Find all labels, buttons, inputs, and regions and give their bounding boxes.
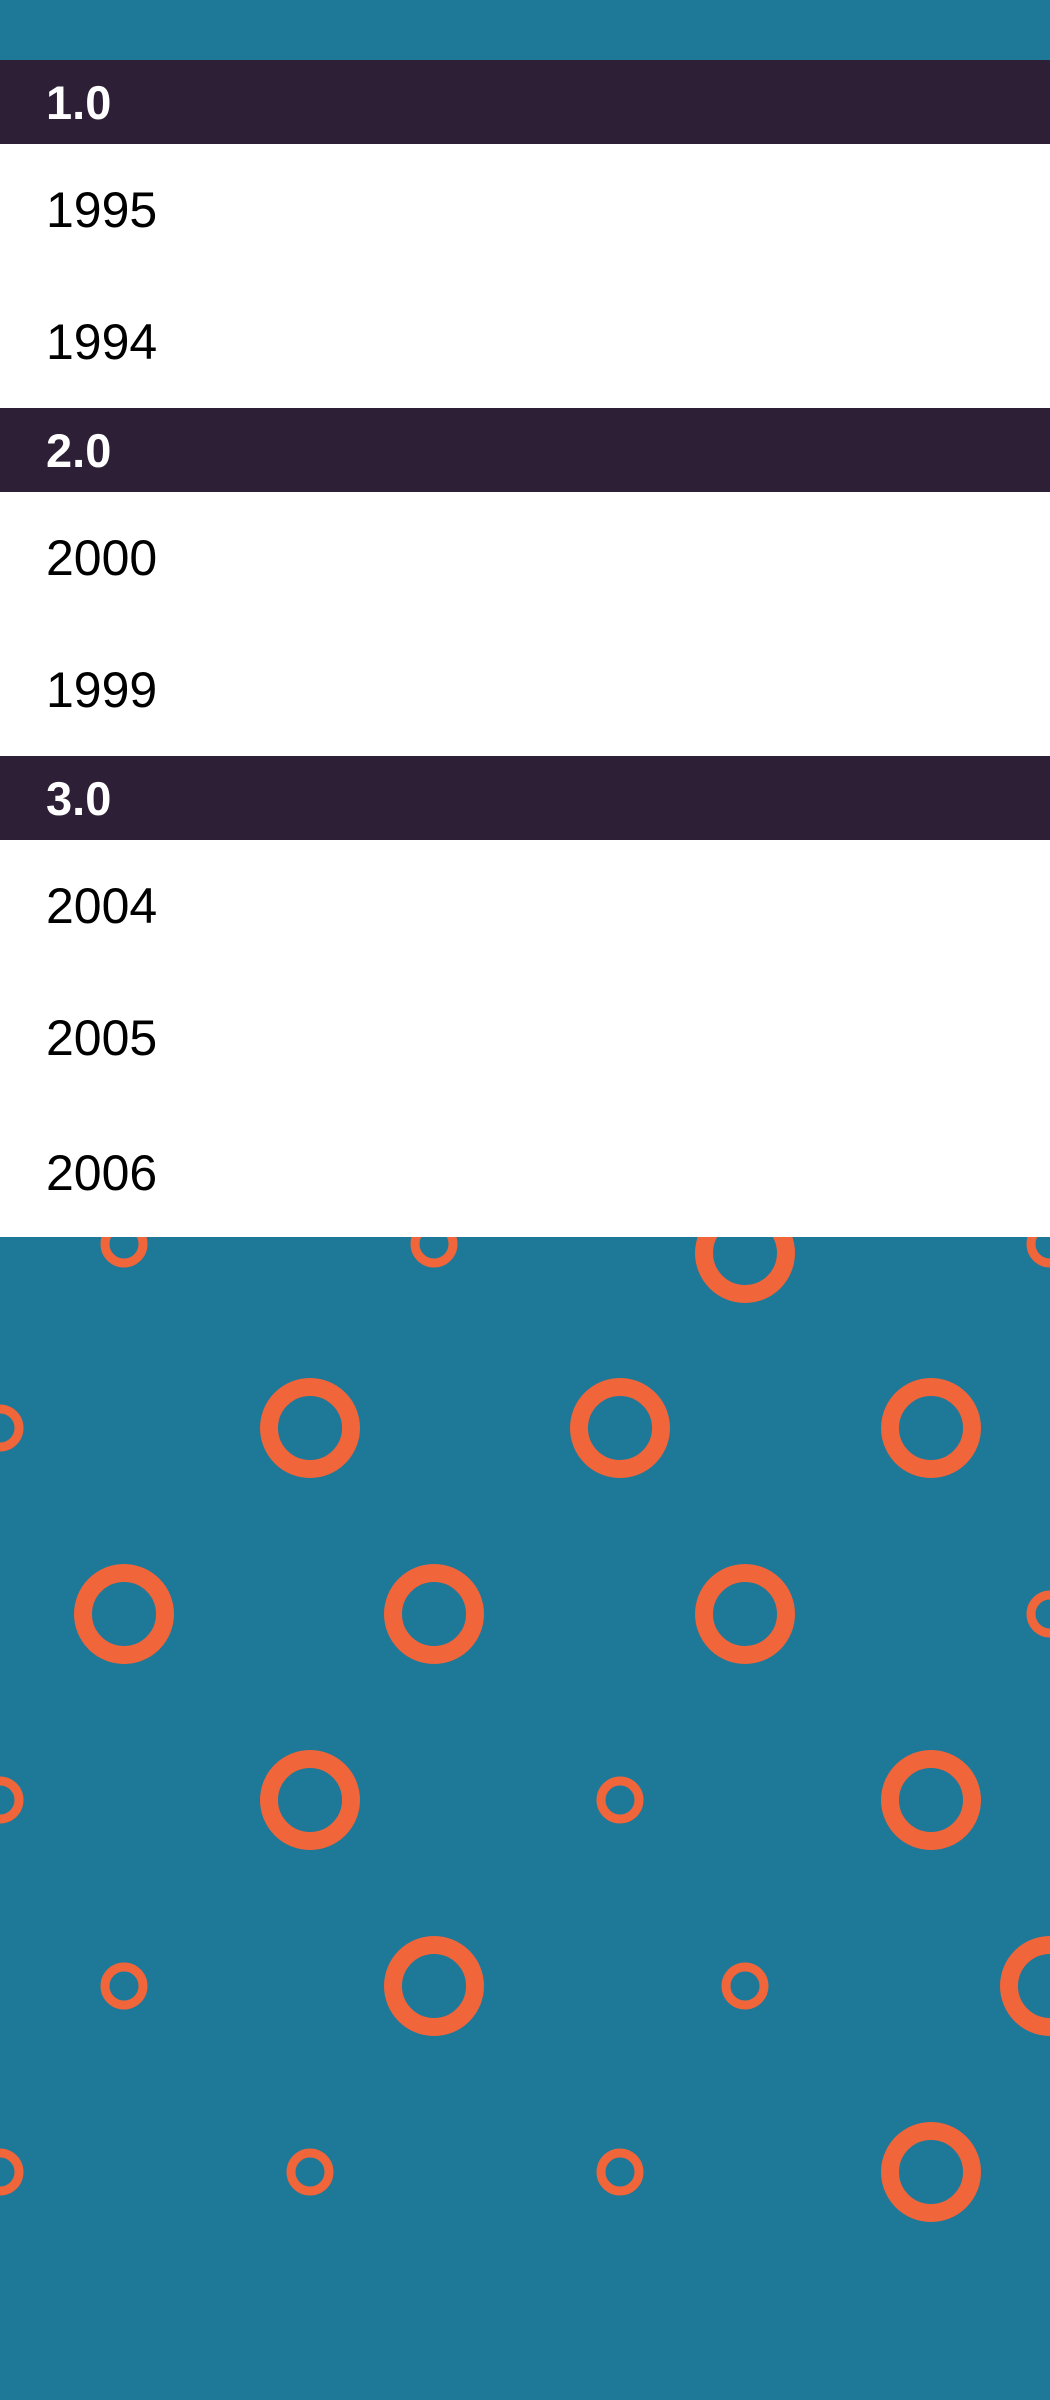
ring-shape: [0, 1776, 24, 1824]
ring-shape: [596, 2148, 644, 2196]
ring-shape: [881, 2122, 981, 2222]
section-header-1-0: 1.0: [0, 60, 1050, 144]
list-item-1994[interactable]: 1994: [0, 276, 1050, 408]
ring-shape: [1026, 1590, 1050, 1638]
ring-shape: [0, 1404, 24, 1452]
grouped-list: 1.0 1995 1994 2.0 2000 1999 3.0 2004 200…: [0, 60, 1050, 1237]
ring-shape: [384, 1936, 484, 2036]
ring-shape: [721, 1962, 769, 2010]
ring-shape: [74, 1564, 174, 1664]
list-item-1999[interactable]: 1999: [0, 624, 1050, 756]
section-header-3-0: 3.0: [0, 756, 1050, 840]
list-item-2005[interactable]: 2005: [0, 972, 1050, 1104]
ring-shape: [570, 1378, 670, 1478]
ring-shape: [0, 2148, 24, 2196]
list-item-1995[interactable]: 1995: [0, 144, 1050, 276]
list-item-2004[interactable]: 2004: [0, 840, 1050, 972]
ring-shape: [286, 2148, 334, 2196]
ring-shape: [695, 1564, 795, 1664]
ring-shape: [260, 1378, 360, 1478]
list-item-2000[interactable]: 2000: [0, 492, 1050, 624]
ring-shape: [881, 1750, 981, 1850]
ring-shape: [596, 1776, 644, 1824]
ring-shape: [1000, 1936, 1050, 2036]
ring-shape: [384, 1564, 484, 1664]
ring-shape: [881, 1378, 981, 1478]
list-item-2006[interactable]: 2006: [0, 1104, 1050, 1237]
section-header-2-0: 2.0: [0, 408, 1050, 492]
ring-shape: [260, 1750, 360, 1850]
ring-shape: [100, 1962, 148, 2010]
